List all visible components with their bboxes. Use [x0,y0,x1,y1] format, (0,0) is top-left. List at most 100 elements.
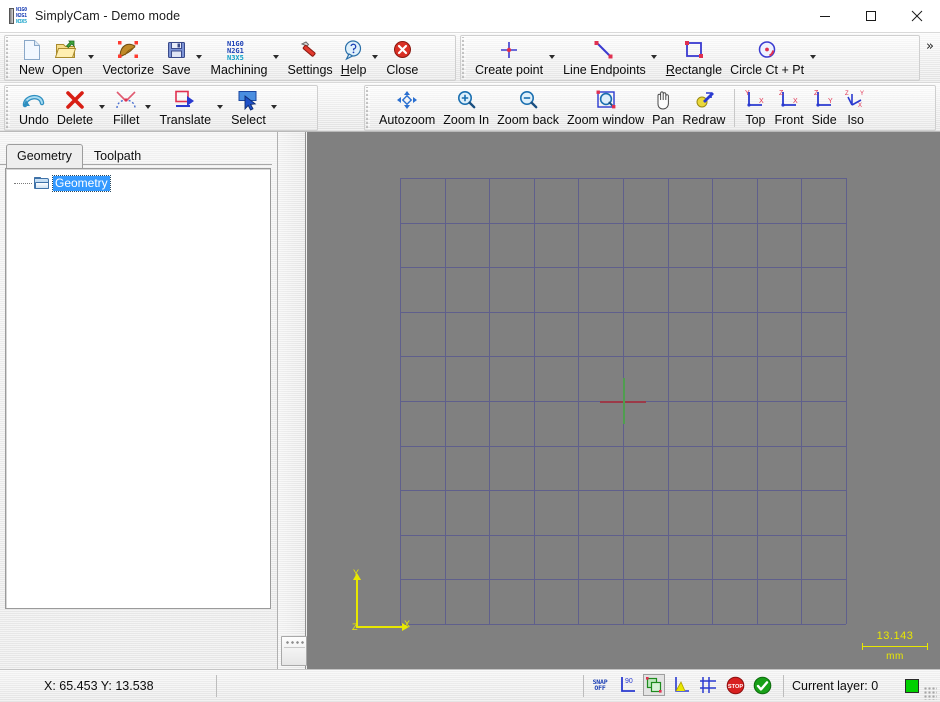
resize-grip[interactable] [924,687,937,700]
machining-dropdown-arrow[interactable] [271,55,282,67]
svg-text:Z: Z [814,90,819,97]
view-front-button-label: Front [774,113,804,127]
pan-button-label: Pan [652,113,675,127]
ribbon-overflow-button[interactable]: » [926,39,934,54]
axis-y-label: Y [353,568,360,578]
snap-off-icon[interactable]: SNAP OFF [589,674,611,696]
maximize-button[interactable] [848,0,894,32]
close-doc-button[interactable]: Close [382,36,422,80]
tab-geometry[interactable]: Geometry [6,144,83,168]
autozoom-button[interactable]: Autozoom [375,86,439,130]
tab-toolpath[interactable]: Toolpath [83,144,152,168]
splitter-grip-dots [286,641,304,645]
scale-bar-unit: mm [886,651,904,662]
redraw-button-label: Redraw [682,113,726,127]
open-dropdown-arrow[interactable] [86,55,97,67]
minimize-button[interactable] [802,0,848,32]
view-top-button[interactable]: Y X Top [740,86,770,130]
view-iso-button[interactable]: Z Y X Iso [841,86,871,130]
line-endpoints-icon [592,38,616,62]
grid-icon[interactable] [697,674,719,696]
status-bar: X: 65.453 Y: 13.538 SNAP OFF 90 STOP Cur… [0,669,940,702]
stop-icon[interactable]: STOP [724,674,746,696]
pan-button[interactable]: Pan [648,86,678,130]
rectangle-icon [683,38,705,62]
line-endpoints-dropdown-arrow[interactable] [649,55,660,67]
group-shape-icon[interactable] [643,674,665,696]
fillet-button[interactable]: Fillet [109,86,143,130]
window-controls [802,0,940,32]
view-top-icon: Y X [744,88,766,112]
panel-tabstrip: Geometry Toolpath [6,144,152,168]
delete-button-label: Delete [56,113,94,127]
toolbar-separator [734,89,736,127]
undo-button[interactable]: Undo [15,86,53,130]
toolbar-gripper[interactable] [366,87,373,129]
select-button-label: Select [231,113,266,127]
close-button[interactable] [894,0,940,32]
circle-center-point-button[interactable]: Circle Ct + Pt [726,36,808,80]
axis-icon[interactable] [670,674,692,696]
create-point-dropdown-arrow[interactable] [546,55,557,67]
layer-color-swatch[interactable] [905,679,919,693]
view-side-button-label: Side [811,113,837,127]
rectangle-button[interactable]: Rectangle [662,36,726,80]
zoom-back-button[interactable]: Zoom back [493,86,563,130]
open-button[interactable]: Open [48,36,87,80]
zoom-in-icon [455,88,477,112]
fillet-icon [114,88,138,112]
scale-bar-rule [862,643,928,650]
select-button[interactable]: Select [227,86,270,130]
delete-button[interactable]: Delete [53,86,97,130]
drawing-canvas[interactable]: Y X Z 13.143 mm [307,132,940,669]
tree-item-geometry[interactable]: Geometry [14,174,111,192]
fillet-dropdown-arrow[interactable] [142,105,153,117]
confirm-check-icon[interactable] [751,674,773,696]
splitter-grip-handle[interactable] [281,636,307,666]
open-folder-icon [55,38,79,62]
view-side-button[interactable]: Z Y Side [808,86,841,130]
zoom-window-button[interactable]: Zoom window [563,86,648,130]
new-button[interactable]: New [15,36,48,80]
undo-button-label: Undo [19,113,49,127]
line-endpoints-button[interactable]: Line Endpoints [559,36,650,80]
save-button[interactable]: Save [158,36,195,80]
grid-line-horizontal [400,534,846,536]
translate-dropdown-arrow[interactable] [214,105,225,117]
redraw-button[interactable]: Redraw [678,86,729,130]
view-iso-button-label: Iso [847,113,864,127]
rectangle-button-label: Rectangle [665,63,723,77]
machining-button[interactable]: N1G0 N2G1 N3X5 Machining [207,36,272,80]
svg-text:Y: Y [745,90,750,97]
scale-bar-value: 13.143 [876,630,914,642]
vectorize-button[interactable]: Vectorize [99,36,158,80]
application-window: N1G0 N2G1 N3X5 SimplyCam - Demo mode New… [0,0,940,702]
translate-button[interactable]: Translate [155,86,215,130]
status-icon-group: SNAP OFF 90 STOP [589,674,773,696]
circle-dropdown-arrow[interactable] [807,55,818,67]
toolbar-gripper[interactable] [6,87,13,129]
autozoom-button-label: Autozoom [379,113,436,127]
select-dropdown-arrow[interactable] [269,105,280,117]
zoom-in-button[interactable]: Zoom In [439,86,493,130]
help-button[interactable]: Help [337,36,371,80]
panel-splitter[interactable] [278,132,307,669]
save-dropdown-arrow[interactable] [194,55,205,67]
axis-x-label: X [404,619,411,629]
translate-button-label: Translate [159,113,212,127]
help-dropdown-arrow[interactable] [369,55,380,67]
angle-90-icon[interactable]: 90 [616,674,638,696]
view-front-button[interactable]: Z X Front [770,86,807,130]
svg-text:X: X [858,103,862,109]
toolbar-gripper[interactable] [6,37,13,79]
toolbar-gripper[interactable] [462,37,469,79]
save-button-label: Save [162,63,191,77]
geometry-tree[interactable]: Geometry [5,168,271,609]
svg-text:X: X [759,98,764,105]
toolbar-row-2: Undo Delete Fillet Translate Select Auto… [0,82,940,132]
create-point-button-label: Create point [475,63,544,77]
create-point-button[interactable]: Create point [471,36,547,80]
delete-dropdown-arrow[interactable] [96,105,107,117]
settings-button[interactable]: Settings [284,36,337,80]
undo-arrow-icon [22,88,46,112]
